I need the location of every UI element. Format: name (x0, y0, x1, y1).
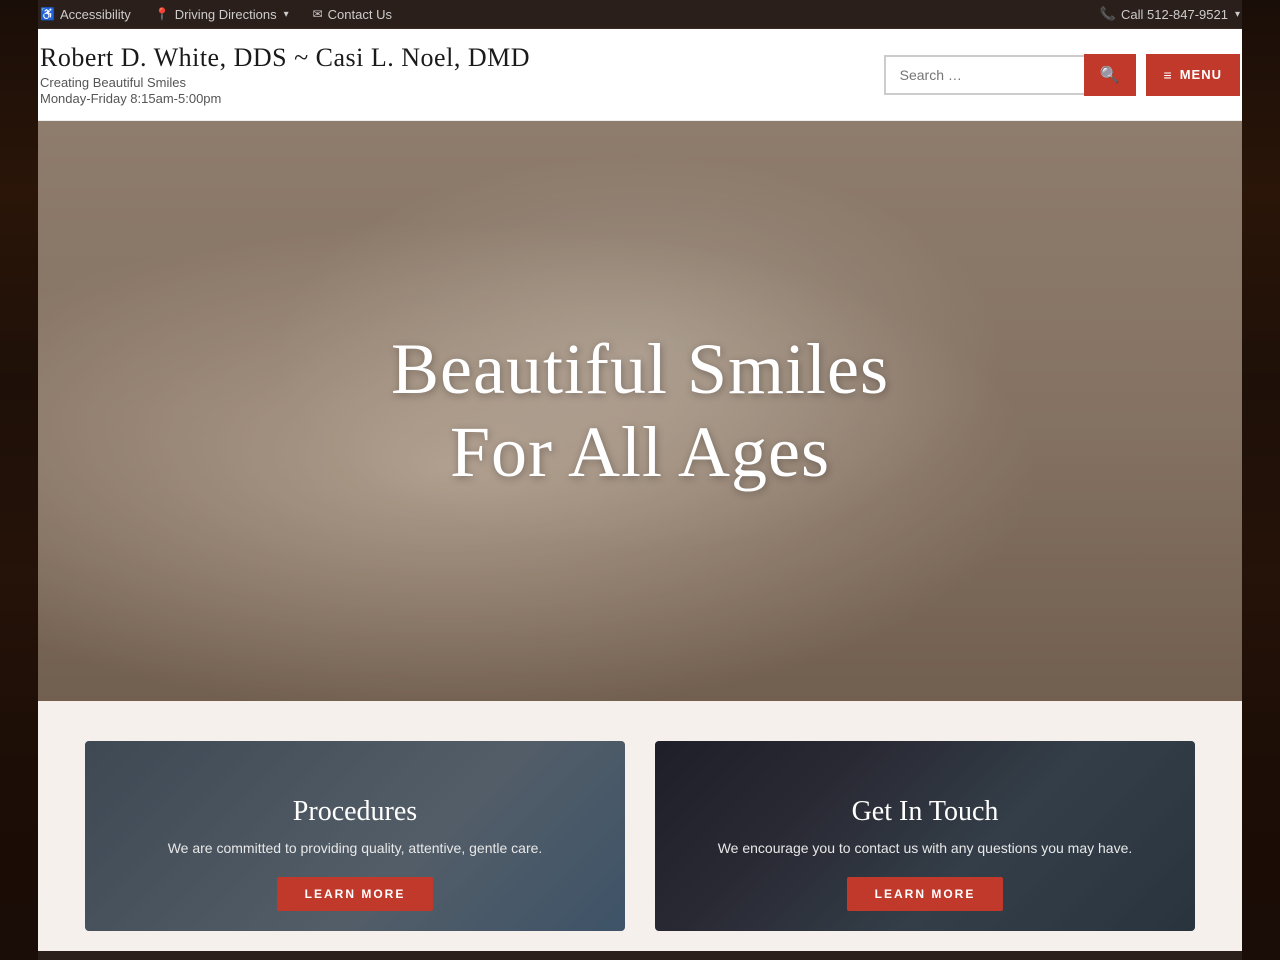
location-icon: 📍 (155, 7, 170, 21)
call-label: Call 512-847-9521 (1121, 7, 1228, 22)
header-right: 🔍 ≡ MENU (884, 54, 1240, 96)
hero-headline: Beautiful Smiles For All Ages (391, 328, 889, 494)
contact-card-content: Get In Touch We encourage you to contact… (655, 796, 1195, 911)
procedures-learn-more-button[interactable]: LEARN MORE (277, 877, 434, 911)
contact-us-link[interactable]: ✉ Contact Us (313, 7, 392, 22)
site-hours: Monday-Friday 8:15am-5:00pm (40, 91, 530, 106)
site-title: Robert D. White, DDS ~ Casi L. Noel, DMD (40, 43, 530, 73)
menu-label: MENU (1180, 67, 1222, 82)
contact-card-description: We encourage you to contact us with any … (675, 838, 1175, 859)
site-header: Robert D. White, DDS ~ Casi L. Noel, DMD… (0, 29, 1280, 121)
search-form: 🔍 (884, 54, 1136, 96)
right-wood-border (1242, 0, 1280, 960)
call-link[interactable]: 📞 Call 512-847-9521 ▾ (1100, 6, 1240, 22)
accessibility-icon: ♿ (40, 7, 55, 21)
site-tagline: Creating Beautiful Smiles (40, 75, 530, 90)
hamburger-icon: ≡ (1164, 67, 1173, 83)
hero-section: Beautiful Smiles For All Ages (0, 121, 1280, 701)
site-branding: Robert D. White, DDS ~ Casi L. Noel, DMD… (40, 43, 530, 106)
contact-label: Contact Us (328, 7, 392, 22)
left-wood-border (0, 0, 38, 960)
hero-headline-line2: For All Ages (450, 412, 830, 492)
procedures-card-title: Procedures (105, 796, 605, 828)
envelope-icon: ✉ (313, 7, 323, 21)
call-chevron: ▾ (1235, 9, 1240, 20)
procedures-card-content: Procedures We are committed to providing… (85, 796, 625, 911)
procedures-card: Procedures We are committed to providing… (85, 741, 625, 931)
accessibility-label: Accessibility (60, 7, 131, 22)
search-icon: 🔍 (1100, 65, 1120, 85)
directions-label: Driving Directions (175, 7, 277, 22)
hero-text: Beautiful Smiles For All Ages (391, 328, 889, 494)
hero-headline-line1: Beautiful Smiles (391, 329, 889, 409)
contact-learn-more-button[interactable]: LEARN MORE (847, 877, 1004, 911)
contact-card: Get In Touch We encourage you to contact… (655, 741, 1195, 931)
top-navigation: ♿ Accessibility 📍 Driving Directions ▾ ✉… (0, 0, 1280, 29)
search-button[interactable]: 🔍 (1084, 54, 1136, 96)
menu-button[interactable]: ≡ MENU (1146, 54, 1240, 96)
driving-directions-link[interactable]: 📍 Driving Directions ▾ (155, 7, 289, 22)
top-bar-left-links: ♿ Accessibility 📍 Driving Directions ▾ ✉… (40, 7, 392, 22)
contact-card-title: Get In Touch (675, 796, 1175, 828)
accessibility-link[interactable]: ♿ Accessibility (40, 7, 131, 22)
procedures-card-description: We are committed to providing quality, a… (105, 838, 605, 859)
cards-section: Procedures We are committed to providing… (0, 701, 1280, 951)
search-input[interactable] (884, 55, 1084, 95)
directions-chevron: ▾ (284, 9, 289, 20)
phone-icon: 📞 (1100, 6, 1116, 22)
